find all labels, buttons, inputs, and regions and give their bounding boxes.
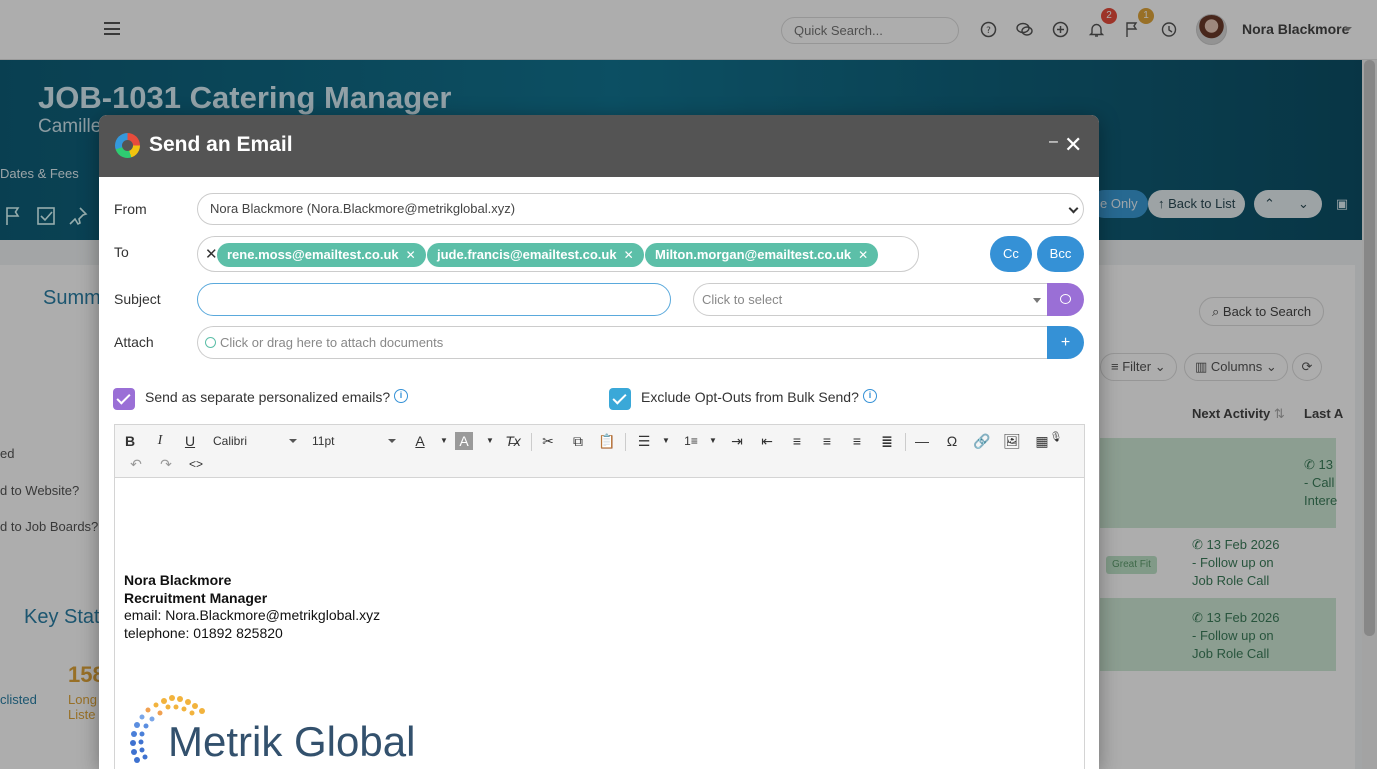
highlight-color-icon[interactable]: A — [455, 432, 473, 450]
indent-icon[interactable]: ⇥ — [726, 430, 748, 452]
subject-input[interactable] — [197, 283, 671, 316]
modal-header: Send an Email – ✕ — [99, 115, 1099, 177]
signature-name: Nora Blackmore — [124, 572, 232, 588]
cut-icon[interactable]: ✂ — [537, 430, 559, 452]
recipient-email: Milton.morgan@emailtest.co.uk — [655, 247, 852, 262]
separate-emails-label: Send as separate personalized emails? — [145, 389, 391, 405]
recipient-email: jude.francis@emailtest.co.uk — [437, 247, 617, 262]
to-recipients-field[interactable]: ✕ rene.moss@emailtest.co.uk ✕ jude.franci… — [197, 236, 919, 272]
align-right-icon[interactable]: ≡ — [846, 430, 868, 452]
upload-icon — [205, 337, 216, 348]
recipient-chip[interactable]: Milton.morgan@emailtest.co.uk ✕ — [645, 243, 879, 267]
recipient-email: rene.moss@emailtest.co.uk — [227, 247, 399, 262]
cc-button[interactable]: Cc — [990, 236, 1032, 272]
clear-recipients-icon[interactable]: ✕ — [205, 245, 218, 263]
chevron-down-icon — [1068, 203, 1079, 214]
template-chat-icon[interactable] — [1047, 283, 1084, 316]
chevron-down-icon — [289, 439, 297, 443]
chevron-down-icon[interactable]: ▼ — [655, 430, 677, 452]
remove-recipient-icon[interactable]: ✕ — [858, 248, 868, 262]
toolbar-divider — [531, 433, 532, 451]
horizontal-rule-icon[interactable]: — — [911, 430, 933, 452]
from-select[interactable]: Nora Blackmore (Nora.Blackmore@metrikglo… — [197, 193, 1084, 225]
toolbar-divider — [625, 433, 626, 451]
align-left-icon[interactable]: ≡ — [786, 430, 808, 452]
recipient-chip[interactable]: jude.francis@emailtest.co.uk ✕ — [427, 243, 644, 267]
info-icon[interactable]: i — [863, 389, 877, 403]
redo-icon[interactable]: ↷ — [155, 453, 177, 475]
undo-icon[interactable]: ↶ — [125, 453, 147, 475]
font-size-select[interactable]: 11pt — [312, 430, 396, 452]
from-value: Nora Blackmore (Nora.Blackmore@metrikglo… — [210, 201, 516, 216]
toolbar-divider — [905, 433, 906, 451]
template-placeholder: Click to select — [702, 292, 783, 307]
attach-placeholder: Click or drag here to attach documents — [220, 335, 444, 350]
paste-icon[interactable]: 📋 — [596, 430, 618, 452]
signature-email: email: Nora.Blackmore@metrikglobal.xyz — [124, 607, 381, 623]
text-color-icon[interactable]: A — [409, 430, 431, 452]
attach-label: Attach — [114, 334, 154, 350]
font-family-select[interactable]: Calibri — [213, 430, 297, 452]
italic-icon[interactable]: I — [149, 430, 171, 452]
modal-title: Send an Email — [149, 133, 293, 156]
bullet-list-icon[interactable]: ☰ — [633, 430, 655, 452]
to-label: To — [114, 244, 129, 260]
chevron-down-icon — [388, 439, 396, 443]
outdent-icon[interactable]: ⇤ — [756, 430, 778, 452]
numbered-list-icon[interactable]: 1≡ — [680, 430, 702, 452]
template-select[interactable]: Click to select — [693, 283, 1047, 316]
signature-role: Recruitment Manager — [124, 590, 268, 606]
from-label: From — [114, 201, 147, 217]
microphone-icon[interactable]: 🎙 — [1049, 427, 1063, 449]
chevron-down-icon[interactable]: ▼ — [479, 430, 501, 452]
chevron-down-icon[interactable]: ▼ — [702, 430, 724, 452]
bcc-button[interactable]: Bcc — [1037, 236, 1084, 272]
exclude-optouts-label: Exclude Opt-Outs from Bulk Send? — [641, 389, 859, 405]
source-code-icon[interactable]: <> — [185, 453, 207, 475]
remove-recipient-icon[interactable]: ✕ — [624, 248, 634, 262]
rich-text-editor: B I U Calibri 11pt A ▼ A ▼ T̶x ✂ ⧉ 📋 ☰ ▼… — [114, 424, 1085, 769]
link-icon[interactable]: 🔗 — [971, 430, 993, 452]
editor-toolbar: B I U Calibri 11pt A ▼ A ▼ T̶x ✂ ⧉ 📋 ☰ ▼… — [115, 425, 1084, 478]
align-justify-icon[interactable]: ≣ — [876, 430, 898, 452]
separate-emails-checkbox[interactable] — [113, 388, 135, 410]
underline-icon[interactable]: U — [179, 430, 201, 452]
exclude-optouts-checkbox[interactable] — [609, 388, 631, 410]
attach-dropzone[interactable]: Click or drag here to attach documents — [197, 326, 1048, 359]
signature-phone: telephone: 01892 825820 — [124, 625, 283, 641]
app-logo-icon — [115, 133, 140, 158]
clear-format-icon[interactable]: T̶x — [502, 430, 524, 452]
special-character-icon[interactable]: Ω — [941, 430, 963, 452]
add-attachment-button[interactable]: + — [1047, 326, 1084, 359]
chevron-down-icon — [1033, 298, 1041, 303]
chevron-down-icon[interactable]: ▼ — [433, 430, 455, 452]
bold-icon[interactable]: B — [119, 430, 141, 452]
close-icon[interactable]: ✕ — [1064, 132, 1082, 158]
info-icon[interactable]: i — [394, 389, 408, 403]
font-family-value: Calibri — [213, 434, 248, 448]
image-icon[interactable]: 🖼 — [1001, 430, 1023, 452]
subject-label: Subject — [114, 291, 161, 307]
copy-icon[interactable]: ⧉ — [567, 430, 589, 452]
minimize-icon[interactable]: – — [1049, 133, 1058, 151]
company-logo-text: Metrik Global — [168, 718, 416, 765]
recipient-chip[interactable]: rene.moss@emailtest.co.uk ✕ — [217, 243, 426, 267]
font-size-value: 11pt — [312, 434, 335, 448]
align-center-icon[interactable]: ≡ — [816, 430, 838, 452]
editor-body[interactable]: Nora Blackmore Recruitment Manager email… — [115, 478, 1084, 769]
send-email-modal: Send an Email – ✕ From Nora Blackmore (N… — [99, 115, 1099, 769]
remove-recipient-icon[interactable]: ✕ — [406, 248, 416, 262]
